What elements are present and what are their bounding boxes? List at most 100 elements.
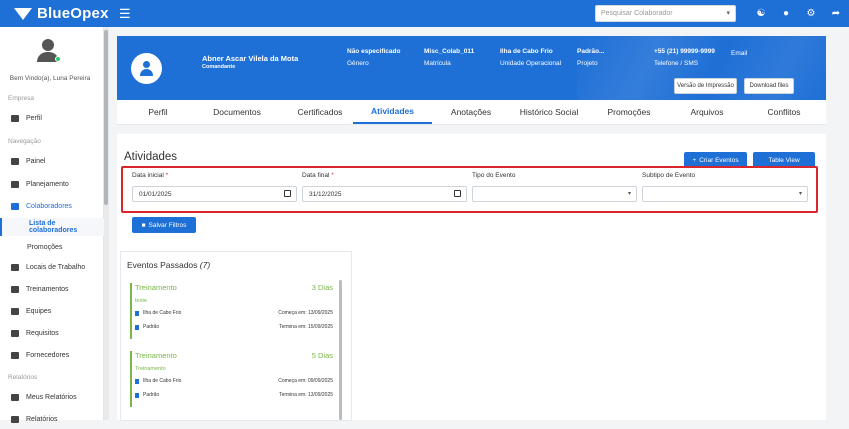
data-inicial-value: 01/01/2025 [139,191,172,198]
chevron-down-icon: ▾ [798,191,802,197]
event-subtype: teste [135,298,147,304]
logout-icon[interactable]: ➦ [829,6,843,20]
sidebar-item-requisitos[interactable]: Requisitos [0,324,104,343]
event-name: Treinamento [135,283,177,292]
event-location: Ilha de Cabo Frio [135,310,181,316]
event-start: Começa em: 13/09/2025 [278,310,333,316]
event-duration: 3 Dias [311,283,333,292]
profile-name: Abner Ascar Vilela da Mota [202,54,299,63]
data-final-input[interactable]: 31/12/2025 [302,186,467,202]
event-project: Padrão [135,392,159,398]
data-final-label: Data final * [302,172,334,179]
sidebar-item-equipes[interactable]: Equipes [0,302,104,321]
section-relatorios: Relatórios [8,374,38,381]
sidebar-item-label: Planejamento [26,181,69,188]
tab-certificados[interactable]: Certificados [288,100,352,124]
sidebar-item-treinamentos[interactable]: Treinamentos [0,280,104,299]
sidebar-item-label: Treinamentos [26,286,69,293]
building-icon [135,378,139,384]
projeto-value: Padrão... [577,48,605,55]
menu-icon[interactable]: ☰ [119,6,131,22]
download-files-button[interactable]: Download files [744,78,794,94]
tipo-evento-select[interactable]: ▾ [472,186,637,202]
online-status-icon [55,56,61,62]
unidade-label: Unidade Operacional [500,60,562,67]
plus-icon: + [692,156,697,164]
genero-value: Não especificado [347,48,401,55]
logo-icon [14,7,32,20]
sidebar-subitem-promocoes[interactable]: Promoções [0,238,104,256]
print-version-button[interactable]: Versão de Impressão [674,78,737,94]
tab-conflitos[interactable]: Conflitos [762,100,806,124]
project-icon [135,324,139,330]
sidebar-item-colaboradores[interactable]: Colaboradores [0,197,104,216]
matricula-label: Matrícula [424,60,451,67]
past-events-title: Eventos Passados (7) [127,260,211,270]
report-icon [11,394,19,401]
sidebar-item-fornecedores[interactable]: Fornecedores [0,346,104,365]
calendar-icon[interactable] [454,190,461,197]
subtipo-evento-label: Subtipo de Evento [642,172,696,179]
subtipo-evento-select[interactable]: ▾ [642,186,808,202]
avatar [36,39,61,63]
sidebar-scroll-thumb[interactable] [104,30,108,205]
projeto-label: Projeto [577,60,598,67]
welcome-text: Bem Vindo(a), Luna Pereira [9,75,91,82]
event-end: Termina em: 13/09/2025 [279,392,333,398]
sidebar-item-label: Meus Relatórios [26,394,77,401]
logo[interactable]: BlueOpex [14,5,109,22]
sidebar-item-label: Locais de Trabalho [26,264,86,271]
logo-text: BlueOpex [37,5,109,22]
calendar-icon[interactable] [284,190,291,197]
event-name: Treinamento [135,351,177,360]
phone-value: +55 (21) 99999-9999 [654,48,715,55]
unidade-value: Ilha de Cabo Frio [500,48,553,55]
tab-atividades[interactable]: Atividades [353,100,432,124]
event-subtype: Treinamento [135,366,166,372]
gear-icon[interactable]: ⚙ [804,6,818,20]
save-filters-button[interactable]: ■ Salvar Filtros [132,217,196,233]
event-project: Padrão [135,324,159,330]
top-icons: ☯ ● ⚙ ➦ [754,6,843,20]
sidebar-item-label: Equipes [26,308,52,315]
sidebar-item-label: Painel [26,158,46,165]
sidebar-item-perfil[interactable]: Perfil [0,109,104,128]
tab-perfil[interactable]: Perfil [140,100,176,124]
data-inicial-input[interactable]: 01/01/2025 [132,186,297,202]
tab-arquivos[interactable]: Arquivos [685,100,729,124]
sidebar-item-planejamento[interactable]: Planejamento [0,175,104,194]
tab-promocoes[interactable]: Promoções [601,100,657,124]
sidebar: Bem Vindo(a), Luna Pereira Empresa Perfi… [0,27,104,423]
tab-historico-social[interactable]: Histórico Social [515,100,583,124]
profile-avatar [131,53,162,84]
page-title: Atividades [124,151,178,163]
briefcase-icon [11,115,19,122]
past-events-panel: Eventos Passados (7) Treinamento 3 Dias … [121,252,351,420]
sidebar-item-painel[interactable]: Painel [0,152,104,171]
project-icon [135,392,139,398]
create-events-label: Criar Eventos [699,156,739,164]
event-card[interactable]: Treinamento 3 Dias teste Ilha de Cabo Fr… [130,283,336,339]
events-scrollbar[interactable] [339,280,342,420]
tab-documentos[interactable]: Documentos [205,100,269,124]
section-empresa: Empresa [8,95,35,102]
search-colaborador-select[interactable]: Pesquisar Colaborador ▾ [595,5,736,22]
profile-tabs: Perfil Documentos Certificados Atividade… [117,100,826,125]
event-card[interactable]: Treinamento 5 Dias Treinamento Ilha de C… [130,351,336,407]
building-icon [135,310,139,316]
save-icon: ■ [141,221,146,229]
sidebar-subitem-lista[interactable]: Lista de colaboradores [0,218,104,236]
users-icon [11,203,19,210]
building-icon [11,264,19,271]
tab-anotacoes[interactable]: Anotações [444,100,498,124]
sidebar-item-locais[interactable]: Locais de Trabalho [0,258,104,277]
save-filters-label: Salvar Filtros [148,221,187,229]
checklist-icon [11,330,19,337]
section-navegacao: Navegação [8,138,41,145]
sidebar-item-meus-relatorios[interactable]: Meus Relatórios [0,388,104,407]
headset-icon[interactable]: ☯ [754,6,768,20]
bell-icon[interactable]: ● [779,6,793,20]
training-icon [11,286,19,293]
email-label: Email [731,50,748,57]
data-final-value: 31/12/2025 [309,191,342,198]
